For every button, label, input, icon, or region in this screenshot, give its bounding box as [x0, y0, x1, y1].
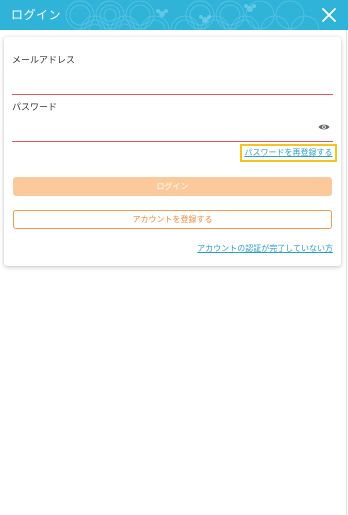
login-card: メールアドレス パスワード パスワードを再登録する ログイン アカウントを登録す… — [4, 37, 341, 266]
password-field[interactable] — [12, 125, 333, 142]
scrollbar-track — [346, 30, 347, 515]
register-account-button[interactable]: アカウントを登録する — [13, 210, 332, 229]
password-label: パスワード — [12, 103, 58, 113]
header-bar: ログイン — [0, 0, 348, 30]
email-field[interactable] — [12, 78, 333, 95]
eye-icon[interactable] — [318, 123, 330, 131]
reset-password-link[interactable]: パスワードを再登録する — [240, 144, 337, 162]
login-button[interactable]: ログイン — [13, 177, 332, 196]
email-label: メールアドレス — [12, 56, 76, 66]
close-icon[interactable] — [319, 5, 339, 25]
account-verification-link[interactable]: アカウントの認証が完了していない方 — [196, 243, 333, 254]
page-title: ログイン — [11, 8, 62, 22]
